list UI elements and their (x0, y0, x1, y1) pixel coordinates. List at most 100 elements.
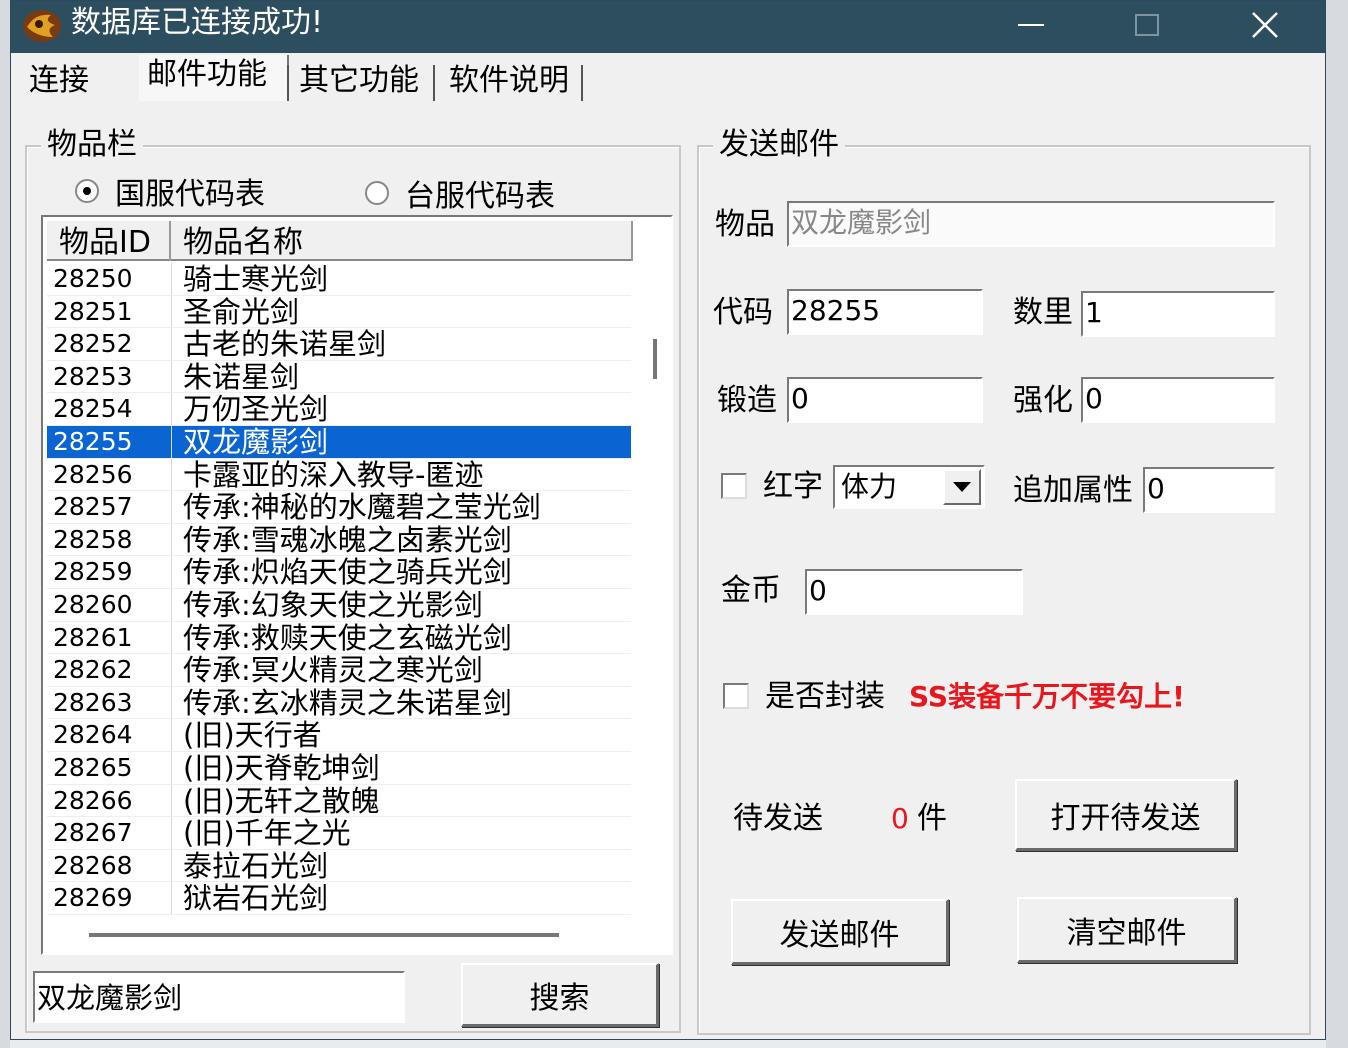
item-id-cell: 28260 (53, 590, 133, 619)
table-row[interactable]: 28252 古老的朱诺星剑 (47, 328, 631, 361)
item-name-cell: (旧)千年之光 (183, 816, 351, 851)
gold-label: 金币 (721, 573, 781, 608)
scroll-thumb[interactable] (89, 933, 559, 937)
item-id-cell: 28266 (53, 785, 133, 815)
radio-tw-label: 台服代码表 (405, 179, 555, 214)
search-button[interactable]: 搜索 (461, 963, 659, 1027)
table-row[interactable]: 28269 狱岩石光剑 (47, 882, 631, 915)
column-separator (171, 817, 172, 849)
tab-other[interactable]: 其它功能 (291, 61, 427, 107)
column-header-name[interactable]: 物品名称 (171, 221, 633, 261)
column-separator (171, 393, 172, 425)
table-row[interactable]: 28265 (旧)天脊乾坤剑 (47, 752, 631, 785)
table-row[interactable]: 28259 传承:炽焰天使之骑兵光剑 (47, 556, 631, 589)
table-row[interactable]: 28261 传承:救赎天使之玄磁光剑 (47, 620, 631, 655)
column-separator (171, 458, 172, 491)
column-separator (171, 621, 172, 654)
forge-field[interactable]: 0 (787, 377, 983, 423)
table-row[interactable]: 28257 传承:神秘的水魔碧之莹光剑 (47, 491, 631, 524)
table-row[interactable]: 28263 传承:玄冰精灵之朱诺星剑 (47, 685, 631, 720)
maximize-button[interactable] (1107, 1, 1187, 49)
red-text-checkbox[interactable] (721, 473, 747, 499)
background-desktop (0, 0, 10, 1048)
attribute-select-value: 体力 (841, 470, 898, 503)
column-header-id[interactable]: 物品ID (47, 221, 171, 261)
item-id-cell: 28257 (53, 492, 133, 522)
column-separator (171, 360, 172, 393)
vertical-scrollbar[interactable] (643, 263, 669, 913)
column-separator (171, 719, 172, 751)
column-separator (171, 523, 172, 556)
send-mail-button[interactable]: 发送邮件 (731, 899, 949, 965)
table-row[interactable]: 28256 卡露亚的深入教导-匿迹 (47, 457, 631, 492)
item-id-cell: 28262 (53, 655, 133, 685)
item-id-cell: 28250 (53, 264, 133, 293)
radio-checked-icon (75, 179, 99, 203)
item-list[interactable]: 物品ID 物品名称 28250 骑士寒光剑 28251 圣俞光剑 28252 古老的朱诺星… (41, 215, 673, 955)
table-row[interactable]: 28262 传承:冥火精灵之寒光剑 (47, 654, 631, 687)
search-input[interactable]: 双龙魔影剑 (33, 971, 405, 1023)
item-id-cell: 28254 (53, 394, 133, 424)
item-id-cell: 28258 (53, 524, 133, 554)
extra-attr-label: 追加属性 (1013, 473, 1133, 508)
forge-label: 锻造 (717, 383, 777, 418)
enhance-label: 强化 (1013, 383, 1073, 418)
close-button[interactable] (1225, 1, 1305, 49)
minimize-button[interactable] (991, 1, 1071, 49)
item-name-cell: 传承:玄冰精灵之朱诺星剑 (183, 685, 512, 720)
attribute-select[interactable]: 体力 (833, 465, 985, 509)
table-row-selected[interactable]: 28255 双龙魔影剑 (47, 426, 631, 459)
maximize-icon (1135, 14, 1159, 36)
table-row[interactable]: 28250 骑士寒光剑 (47, 263, 631, 296)
column-separator (171, 686, 172, 719)
table-row[interactable]: 28268 泰拉石光剑 (47, 849, 631, 883)
item-name-cell: 传承:救赎天使之玄磁光剑 (183, 620, 512, 655)
item-name-cell: 传承:神秘的水魔碧之莹光剑 (183, 490, 541, 525)
table-row[interactable]: 28264 (旧)天行者 (47, 719, 631, 752)
title-bar[interactable]: 数据库已连接成功! (11, 1, 1325, 53)
open-pending-button[interactable]: 打开待发送 (1015, 779, 1237, 851)
table-row[interactable]: 28266 (旧)无轩之散魄 (47, 783, 631, 818)
item-name-cell: 卡露亚的深入教导-匿迹 (183, 457, 484, 492)
tab-separator (287, 65, 289, 101)
horizontal-scrollbar[interactable] (47, 913, 667, 953)
code-field[interactable]: 28255 (787, 289, 983, 335)
table-row[interactable]: 28267 (旧)千年之光 (47, 817, 631, 850)
table-row[interactable]: 28254 万仞圣光剑 (47, 393, 631, 426)
radio-cn-table[interactable]: 国服代码表 (75, 169, 265, 213)
tab-connect[interactable]: 连接 (21, 61, 97, 107)
item-name-cell: 骑士寒光剑 (183, 262, 329, 296)
seal-checkbox[interactable] (723, 683, 749, 709)
tab-bar: 连接 邮件功能 其它功能 软件说明 (11, 53, 1325, 105)
column-separator (171, 784, 172, 817)
pending-label: 待发送 (733, 801, 823, 836)
column-separator (171, 295, 172, 328)
table-row[interactable]: 28260 传承:幻象天使之光影剑 (47, 589, 631, 622)
item-id-cell: 28255 (53, 427, 133, 456)
dropdown-button[interactable] (943, 469, 981, 505)
tab-mail[interactable]: 邮件功能 (139, 55, 289, 101)
code-label: 代码 (713, 295, 773, 330)
tab-separator (581, 65, 583, 101)
column-separator (171, 589, 172, 621)
item-id-cell: 28261 (53, 622, 133, 652)
table-row[interactable]: 28251 圣俞光剑 (47, 295, 631, 329)
radio-tw-table[interactable]: 台服代码表 (365, 171, 555, 215)
extra-attr-field[interactable]: 0 (1143, 467, 1275, 513)
column-separator (171, 491, 172, 523)
clear-mail-button[interactable]: 清空邮件 (1017, 897, 1237, 963)
background-desktop-right (1326, 0, 1348, 1048)
scroll-thumb[interactable] (653, 339, 657, 379)
gold-field[interactable]: 0 (805, 569, 1023, 615)
item-field[interactable]: 双龙魔影剑 (787, 201, 1275, 247)
quantity-field[interactable]: 1 (1081, 291, 1275, 337)
table-row[interactable]: 28258 传承:雪魂冰魄之卤素光剑 (47, 522, 631, 557)
column-separator (171, 849, 172, 882)
seal-warning: SS装备千万不要勾上! (909, 680, 1185, 713)
item-name-cell: (旧)无轩之散魄 (183, 783, 380, 818)
tab-manual[interactable]: 软件说明 (441, 61, 577, 107)
column-separator (171, 263, 172, 295)
enhance-field[interactable]: 0 (1081, 377, 1275, 423)
item-name-cell: 传承:雪魂冰魄之卤素光剑 (183, 522, 512, 557)
table-row[interactable]: 28253 朱诺星剑 (47, 360, 631, 394)
